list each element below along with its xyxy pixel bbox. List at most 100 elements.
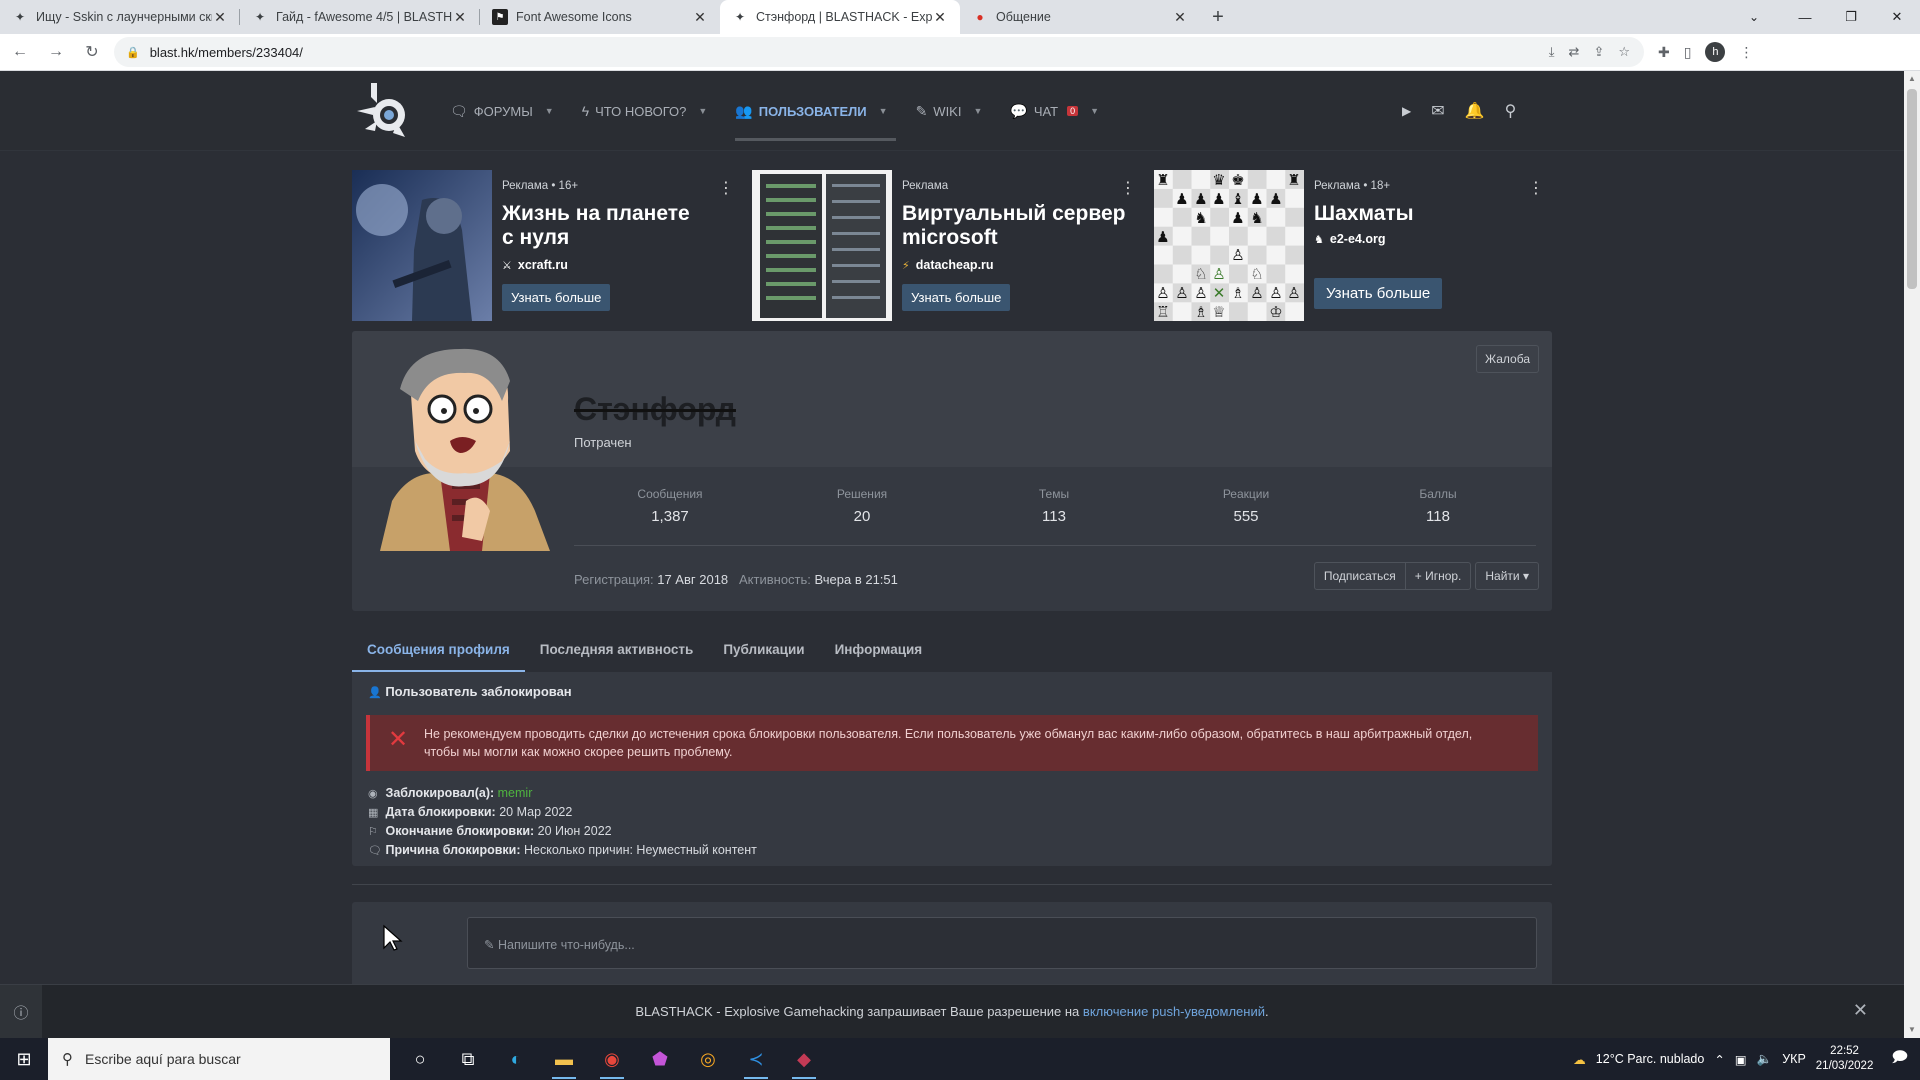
tab-latest-activity[interactable]: Последняя активность bbox=[525, 632, 709, 672]
nav-chat[interactable]: 💬 ЧАТ 0 ▼ bbox=[1010, 71, 1099, 151]
ad-domain[interactable]: ⚔ xcraft.ru bbox=[502, 258, 568, 272]
tab-about[interactable]: Информация bbox=[820, 632, 938, 672]
ad-image-space-soldier[interactable] bbox=[352, 170, 492, 321]
browser-tab[interactable]: ● Общение ✕ bbox=[960, 0, 1200, 34]
volume-icon[interactable]: 🔈 bbox=[1757, 1052, 1773, 1067]
tab-profile-posts[interactable]: Сообщения профиля bbox=[352, 632, 525, 672]
restore-icon[interactable]: ❐ bbox=[1828, 0, 1874, 34]
close-tab-icon[interactable]: ✕ bbox=[212, 9, 228, 26]
back-icon[interactable]: ← bbox=[4, 36, 36, 68]
ad-card-chess[interactable]: ♜ ♛ ♚ ♜ ♟ ♟ ♟ ♝ ♟ ♟ ♞ ♟ ♞ ♟ ♙ ♘ ♙ ♘ ♙ ♙ ♙ ✕ ♗ ♙ ♙ ♙ ♖ ♗ ♕ ♔ Ре… bbox=[1154, 170, 1552, 321]
ad-image-server-rack[interactable] bbox=[752, 170, 892, 321]
browser-tab-active[interactable]: ✦ Стэнфорд | BLASTHACK - Explosive ✕ bbox=[720, 0, 960, 34]
chevron-down-icon[interactable]: ▼ bbox=[698, 106, 707, 116]
more-vertical-icon[interactable]: ⋮ bbox=[1528, 178, 1544, 198]
app-icon[interactable]: ⬟ bbox=[636, 1038, 684, 1080]
chevron-down-icon[interactable]: ▼ bbox=[545, 106, 554, 116]
scroll-up-icon[interactable]: ▲ bbox=[1904, 71, 1920, 87]
ad-cta-button[interactable]: Узнать больше bbox=[502, 284, 611, 311]
blasthack-logo[interactable] bbox=[353, 77, 421, 145]
tab-postings[interactable]: Публикации bbox=[708, 632, 819, 672]
forward-icon[interactable]: → bbox=[40, 36, 72, 68]
browser-tab[interactable]: ⚑ Font Awesome Icons ✕ bbox=[480, 0, 720, 34]
banned-by-link[interactable]: memir bbox=[498, 786, 533, 800]
play-icon[interactable]: ▶ bbox=[1402, 104, 1411, 118]
ad-domain[interactable]: ♞ e2-e4.org bbox=[1314, 232, 1385, 246]
ignore-button[interactable]: + Игнор. bbox=[1404, 562, 1472, 590]
ad-card-datacheap[interactable]: Реклама Виртуальный сервер microsoft ⚡ d… bbox=[752, 170, 1144, 321]
translate-icon[interactable]: ⇄ bbox=[1569, 44, 1580, 60]
ad-image-chessboard[interactable]: ♜ ♛ ♚ ♜ ♟ ♟ ♟ ♝ ♟ ♟ ♞ ♟ ♞ ♟ ♙ ♘ ♙ ♘ ♙ ♙ ♙ ✕ ♗ ♙ ♙ ♙ ♖ ♗ ♕ ♔ bbox=[1154, 170, 1304, 321]
bell-icon[interactable]: 🔔 bbox=[1465, 101, 1485, 121]
bookmark-star-icon[interactable]: ☆ bbox=[1618, 44, 1630, 60]
browser-tab[interactable]: ✦ Ищу - Sskin с лаунчерными скинами ✕ bbox=[0, 0, 240, 34]
chevron-down-icon[interactable]: ▼ bbox=[879, 106, 888, 116]
lock-icon[interactable]: 🔒 bbox=[126, 46, 140, 59]
report-button[interactable]: Жалоба bbox=[1476, 345, 1539, 373]
share-icon[interactable]: ⇪ bbox=[1593, 44, 1604, 60]
profile-post-input[interactable]: ✎ Напишите что-нибудь... bbox=[467, 917, 1537, 969]
browser-tab[interactable]: ✦ Гайд - fAwesome 4/5 | BLASTHACK ✕ bbox=[240, 0, 480, 34]
file-explorer-icon[interactable]: ▬ bbox=[540, 1038, 588, 1080]
task-view-icon[interactable]: ⧉ bbox=[444, 1038, 492, 1080]
close-window-icon[interactable]: ✕ bbox=[1874, 0, 1920, 34]
ad-cta-button[interactable]: Узнать больше bbox=[902, 284, 1011, 311]
page-scrollbar[interactable]: ▲ ▼ bbox=[1904, 71, 1920, 1038]
ad-domain[interactable]: ⚡ datacheap.ru bbox=[902, 258, 994, 272]
address-bar[interactable]: 🔒 blast.hk/members/233404/ ⤓ ⇄ ⇪ ☆ bbox=[114, 37, 1644, 67]
weather-icon[interactable]: ☁ bbox=[1573, 1052, 1586, 1067]
chevron-down-icon[interactable]: ▼ bbox=[973, 106, 982, 116]
close-icon[interactable]: ✕ bbox=[1853, 1000, 1868, 1021]
chrome-icon[interactable]: ◉ bbox=[588, 1038, 636, 1080]
taskbar-search[interactable]: ⚲ Escribe aquí para buscar bbox=[48, 1038, 390, 1080]
ad-title[interactable]: Шахматы bbox=[1314, 202, 1414, 226]
extensions-puzzle-icon[interactable]: ✚ bbox=[1658, 44, 1670, 61]
reload-icon[interactable]: ↻ bbox=[76, 36, 108, 68]
close-tab-icon[interactable]: ✕ bbox=[692, 9, 708, 26]
chrome-menu-icon[interactable]: ⋮ bbox=[1739, 44, 1753, 61]
cortana-icon[interactable]: ○ bbox=[396, 1038, 444, 1080]
nav-users[interactable]: 👥 ПОЛЬЗОВАТЕЛИ ▼ bbox=[735, 71, 896, 151]
app-icon[interactable]: ◎ bbox=[684, 1038, 732, 1080]
stat-points[interactable]: Баллы 118 bbox=[1342, 487, 1534, 525]
edge-icon[interactable]: ◐ bbox=[492, 1038, 540, 1080]
nav-forums[interactable]: 🗨 ФОРУМЫ ▼ bbox=[450, 71, 554, 151]
close-tab-icon[interactable]: ✕ bbox=[932, 9, 948, 26]
scrollbar-thumb[interactable] bbox=[1907, 89, 1917, 289]
profile-avatar[interactable]: h bbox=[1705, 42, 1726, 62]
stat-solutions[interactable]: Решения 20 bbox=[766, 487, 958, 525]
stat-threads[interactable]: Темы 113 bbox=[958, 487, 1150, 525]
mail-icon[interactable]: ✉ bbox=[1431, 101, 1444, 121]
network-icon[interactable]: ▣ bbox=[1735, 1052, 1747, 1067]
weather-text[interactable]: 12°C Parc. nublado bbox=[1596, 1052, 1705, 1066]
windows-start-icon[interactable]: ⊞ bbox=[0, 1038, 48, 1080]
taskbar-clock[interactable]: 22:52 21/03/2022 bbox=[1816, 1044, 1874, 1074]
chevron-up-icon[interactable]: ⌃ bbox=[1714, 1052, 1724, 1067]
close-tab-icon[interactable]: ✕ bbox=[452, 9, 468, 26]
close-tab-icon[interactable]: ✕ bbox=[1172, 9, 1188, 26]
avatar[interactable] bbox=[370, 341, 550, 551]
stat-reactions[interactable]: Реакции 555 bbox=[1150, 487, 1342, 525]
install-icon[interactable]: ⤓ bbox=[1549, 44, 1555, 60]
nav-wiki[interactable]: ✎ WIKI ▼ bbox=[916, 71, 983, 151]
follow-button[interactable]: Подписаться bbox=[1313, 562, 1406, 590]
tab-search-icon[interactable]: ⌄ bbox=[1738, 0, 1770, 34]
more-vertical-icon[interactable]: ⋮ bbox=[718, 178, 734, 198]
app-icon[interactable]: ◆ bbox=[780, 1038, 828, 1080]
ad-card-xcraft[interactable]: Реклама • 16+ Жизнь на планете с нуля ⚔ … bbox=[352, 170, 742, 321]
new-tab-button[interactable]: + bbox=[1200, 0, 1236, 34]
stat-messages[interactable]: Сообщения 1,387 bbox=[574, 487, 766, 525]
notifications-icon[interactable]: 🗩 bbox=[1891, 1047, 1908, 1072]
enable-push-link[interactable]: включение push-уведомлений bbox=[1083, 1004, 1265, 1019]
search-icon[interactable]: ⚲ bbox=[1505, 101, 1517, 121]
nav-whats-new[interactable]: ϟ ЧТО НОВОГО? ▼ bbox=[582, 71, 708, 151]
find-button[interactable]: Найти ▾ bbox=[1475, 562, 1539, 590]
side-panel-icon[interactable]: ▯ bbox=[1684, 44, 1692, 61]
ad-title[interactable]: Виртуальный сервер microsoft bbox=[902, 202, 1125, 250]
chevron-down-icon[interactable]: ▼ bbox=[1090, 106, 1099, 116]
minimize-icon[interactable]: — bbox=[1782, 0, 1828, 34]
ad-title[interactable]: Жизнь на планете с нуля bbox=[502, 202, 690, 250]
vscode-icon[interactable]: ≺ bbox=[732, 1038, 780, 1080]
ad-cta-button[interactable]: Узнать больше bbox=[1314, 278, 1443, 309]
more-vertical-icon[interactable]: ⋮ bbox=[1120, 178, 1136, 198]
